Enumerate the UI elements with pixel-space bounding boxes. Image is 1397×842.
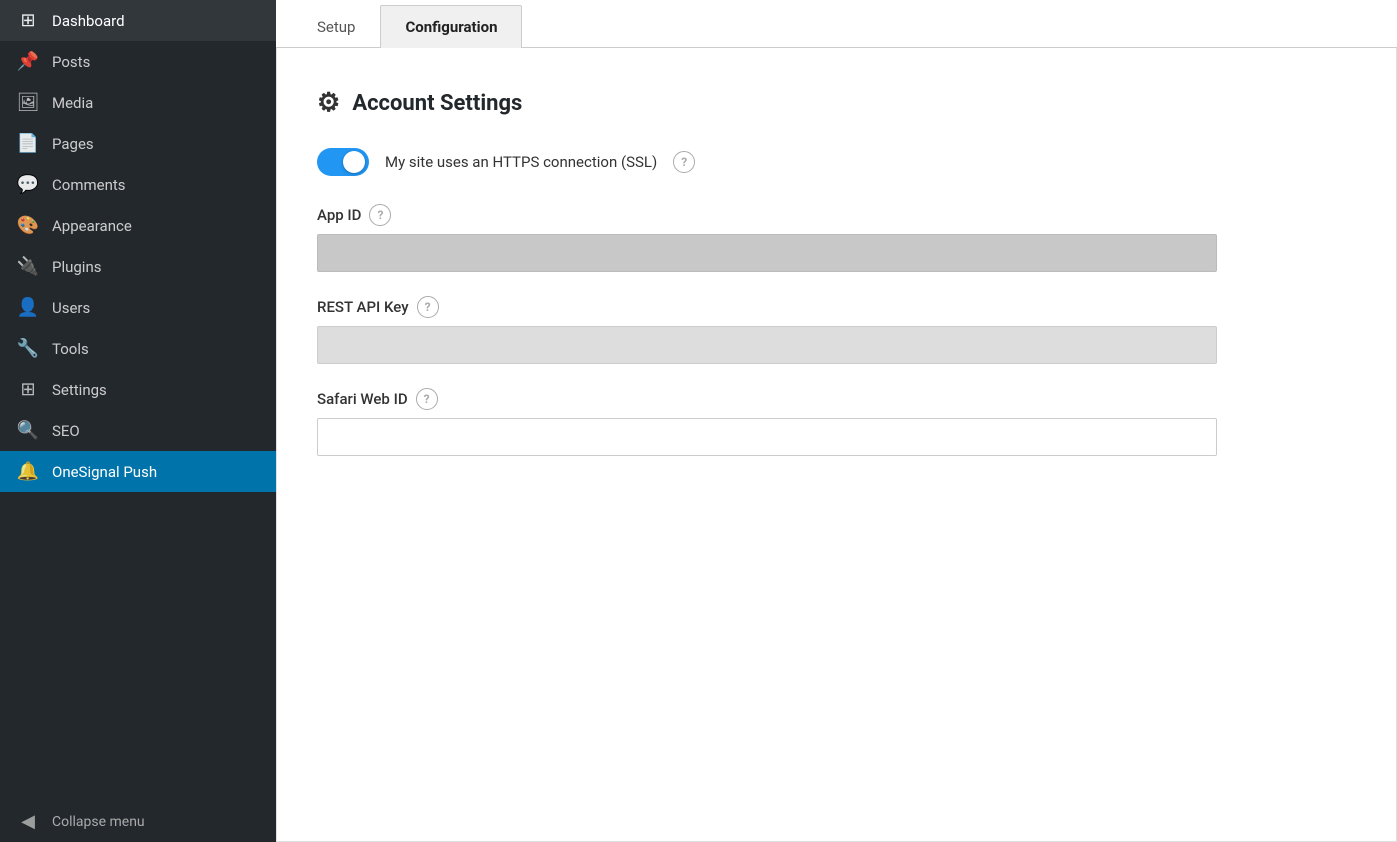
users-icon: 👤 xyxy=(16,297,40,318)
gear-icon: ⚙ xyxy=(317,88,340,118)
rest-api-key-input[interactable] xyxy=(317,326,1217,364)
onesignal-icon: 🔔 xyxy=(16,461,40,482)
sidebar-item-label-tools: Tools xyxy=(52,340,89,358)
safari-web-id-input[interactable] xyxy=(317,418,1217,456)
field-label-text-rest-api-key: REST API Key xyxy=(317,298,409,316)
safari-web-id-help-badge[interactable]: ? xyxy=(416,388,438,410)
main-content: SetupConfiguration ⚙ Account Settings My… xyxy=(276,0,1397,842)
field-label-text-app-id: App ID xyxy=(317,206,361,224)
posts-icon: 📌 xyxy=(16,51,40,72)
sidebar-item-media[interactable]: 🖼 Media xyxy=(0,82,276,123)
field-group-app-id: App ID? xyxy=(317,204,1356,272)
https-help-badge[interactable]: ? xyxy=(673,151,695,173)
rest-api-key-help-badge[interactable]: ? xyxy=(417,296,439,318)
app-id-help-badge[interactable]: ? xyxy=(369,204,391,226)
sidebar-item-posts[interactable]: 📌 Posts xyxy=(0,41,276,82)
media-icon: 🖼 xyxy=(16,92,40,113)
sidebar-item-onesignal[interactable]: 🔔 OneSignal Push xyxy=(0,451,276,492)
sidebar-item-plugins[interactable]: 🔌 Plugins xyxy=(0,246,276,287)
sidebar-item-label-dashboard: Dashboard xyxy=(52,12,125,30)
sidebar-item-label-media: Media xyxy=(52,94,93,112)
sidebar-item-pages[interactable]: 📄 Pages xyxy=(0,123,276,164)
sidebar-item-comments[interactable]: 💬 Comments xyxy=(0,164,276,205)
sidebar-collapse[interactable]: ◀ Collapse menu xyxy=(0,801,276,842)
https-toggle-row: My site uses an HTTPS connection (SSL) ? xyxy=(317,148,1356,176)
section-title-text: Account Settings xyxy=(352,91,522,116)
sidebar-item-label-settings: Settings xyxy=(52,381,107,399)
seo-icon: 🔍 xyxy=(16,420,40,441)
sidebar-item-users[interactable]: 👤 Users xyxy=(0,287,276,328)
sidebar-item-settings[interactable]: ⊞ Settings xyxy=(0,369,276,410)
pages-icon: 📄 xyxy=(16,133,40,154)
tools-icon: 🔧 xyxy=(16,338,40,359)
tab-configuration[interactable]: Configuration xyxy=(380,5,522,48)
collapse-icon: ◀ xyxy=(16,811,40,832)
tabs-bar: SetupConfiguration xyxy=(276,0,1397,48)
comments-icon: 💬 xyxy=(16,174,40,195)
plugins-icon: 🔌 xyxy=(16,256,40,277)
dashboard-icon: ⊞ xyxy=(16,10,40,31)
field-label-rest-api-key: REST API Key? xyxy=(317,296,1356,318)
field-group-rest-api-key: REST API Key? xyxy=(317,296,1356,364)
app-id-input[interactable] xyxy=(317,234,1217,272)
sidebar-item-dashboard[interactable]: ⊞ Dashboard xyxy=(0,0,276,41)
field-label-text-safari-web-id: Safari Web ID xyxy=(317,390,408,408)
settings-icon: ⊞ xyxy=(16,379,40,400)
sidebar: ⊞ Dashboard 📌 Posts 🖼 Media 📄 Pages 💬 Comments 🎨 Ap… xyxy=(0,0,276,842)
field-group-safari-web-id: Safari Web ID? xyxy=(317,388,1356,456)
toggle-thumb xyxy=(343,151,365,173)
sidebar-item-label-posts: Posts xyxy=(52,53,90,71)
appearance-icon: 🎨 xyxy=(16,215,40,236)
sidebar-item-seo[interactable]: 🔍 SEO xyxy=(0,410,276,451)
sidebar-item-tools[interactable]: 🔧 Tools xyxy=(0,328,276,369)
sidebar-item-label-plugins: Plugins xyxy=(52,258,101,276)
https-toggle[interactable] xyxy=(317,148,369,176)
collapse-label: Collapse menu xyxy=(52,814,145,830)
sidebar-item-label-comments: Comments xyxy=(52,176,126,194)
field-label-app-id: App ID? xyxy=(317,204,1356,226)
section-header: ⚙ Account Settings xyxy=(317,88,1356,118)
sidebar-item-label-pages: Pages xyxy=(52,135,94,153)
sidebar-item-appearance[interactable]: 🎨 Appearance xyxy=(0,205,276,246)
toggle-track xyxy=(317,148,369,176)
tab-setup[interactable]: Setup xyxy=(292,5,380,48)
sidebar-item-label-appearance: Appearance xyxy=(52,217,132,235)
sidebar-item-label-onesignal: OneSignal Push xyxy=(52,463,157,481)
https-toggle-label: My site uses an HTTPS connection (SSL) xyxy=(385,153,657,171)
content-area: ⚙ Account Settings My site uses an HTTPS… xyxy=(276,48,1397,842)
field-label-safari-web-id: Safari Web ID? xyxy=(317,388,1356,410)
sidebar-item-label-users: Users xyxy=(52,299,90,317)
sidebar-item-label-seo: SEO xyxy=(52,422,80,440)
